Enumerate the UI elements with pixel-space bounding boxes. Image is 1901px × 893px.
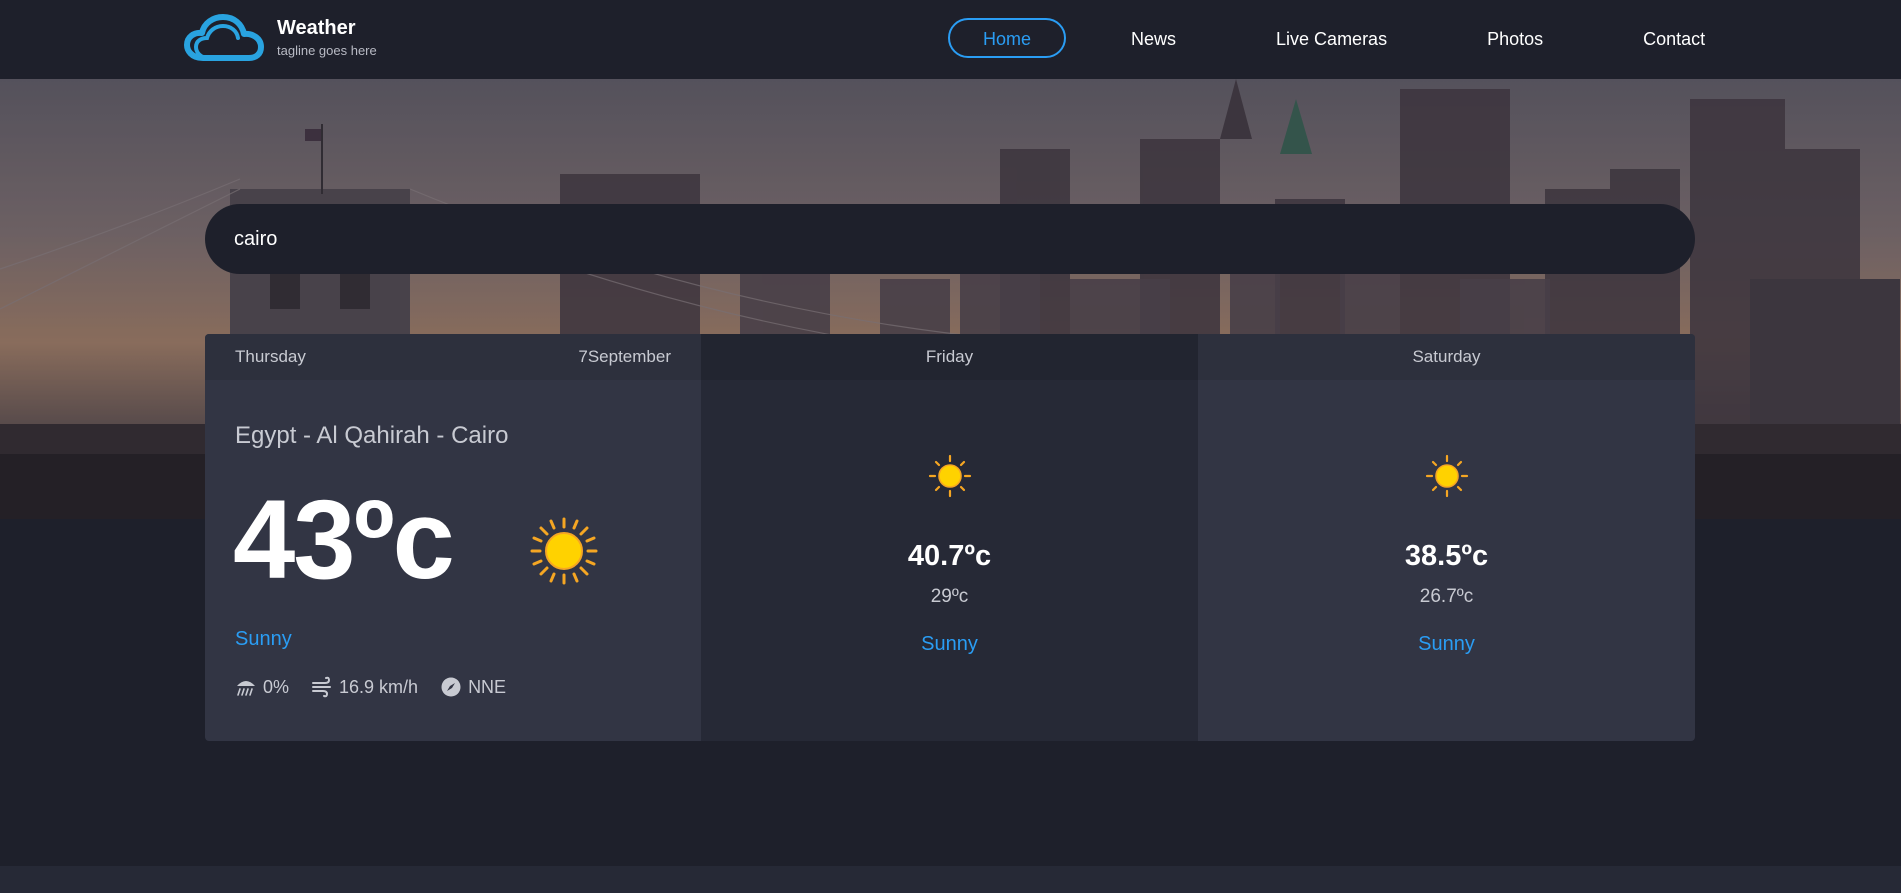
min-temperature: 26.7ºc	[1419, 586, 1474, 607]
location-search	[205, 204, 1695, 274]
brand-tagline: tagline goes here	[277, 43, 377, 58]
today-card: Thursday 7September Egypt - Al Qahirah -…	[205, 334, 701, 741]
location-name: Egypt - Al Qahirah - Cairo	[235, 422, 509, 449]
forecast-card-saturday: Saturday 38.5ºc 26.7ºc Sunny	[1198, 334, 1695, 741]
rain-value: 0%	[263, 676, 290, 697]
wind-stat: 16.9 km/h	[311, 676, 418, 698]
weather-stats: 0% 16.9 km/h NNE	[235, 676, 528, 698]
wind-value: 16.9 km/h	[339, 676, 419, 697]
sun-icon	[928, 454, 971, 498]
sun-icon	[1425, 454, 1468, 498]
compass-icon	[441, 677, 461, 697]
umbrella-icon	[237, 681, 255, 696]
today-date: 7September	[578, 347, 671, 366]
nav-photos[interactable]: Photos	[1452, 18, 1578, 58]
nav-contact[interactable]: Contact	[1608, 18, 1740, 58]
main-nav: Home News Live Cameras Photos Contact	[948, 18, 1740, 58]
cloud-logo-icon	[184, 14, 264, 61]
forecast-day-label: Friday	[701, 334, 1198, 380]
brand[interactable]: Weather tagline goes here	[183, 14, 377, 64]
nav-news[interactable]: News	[1096, 18, 1211, 58]
today-card-header: Thursday 7September	[205, 334, 701, 380]
today-day: Thursday	[235, 347, 306, 366]
site-header: Weather tagline goes here Home News Live…	[0, 0, 1901, 79]
forecast-condition: Sunny	[1418, 633, 1475, 655]
nav-live-cameras[interactable]: Live Cameras	[1241, 18, 1422, 58]
brand-title: Weather	[277, 17, 356, 39]
current-temperature: 43ºc	[233, 477, 455, 602]
forecast-card-friday: Friday 40.7ºc 29ºc Sunny	[701, 334, 1198, 741]
sun-icon	[530, 517, 598, 585]
direction-value: NNE	[468, 676, 507, 697]
footer-strip	[0, 866, 1901, 893]
search-input[interactable]	[234, 227, 1634, 251]
forecast-day-label: Saturday	[1198, 334, 1695, 380]
min-temperature: 29ºc	[930, 586, 969, 607]
wind-icon	[312, 676, 332, 698]
forecast-condition: Sunny	[921, 633, 978, 655]
forecast-panel: Thursday 7September Egypt - Al Qahirah -…	[205, 334, 1695, 741]
weather-page: Weather tagline goes here Home News Live…	[0, 0, 1901, 893]
nav-home[interactable]: Home	[948, 18, 1067, 58]
today-condition: Sunny	[235, 628, 292, 650]
max-temperature: 38.5ºc	[1404, 540, 1489, 572]
direction-stat: NNE	[440, 676, 506, 698]
rain-stat: 0%	[235, 676, 289, 698]
max-temperature: 40.7ºc	[907, 540, 992, 572]
